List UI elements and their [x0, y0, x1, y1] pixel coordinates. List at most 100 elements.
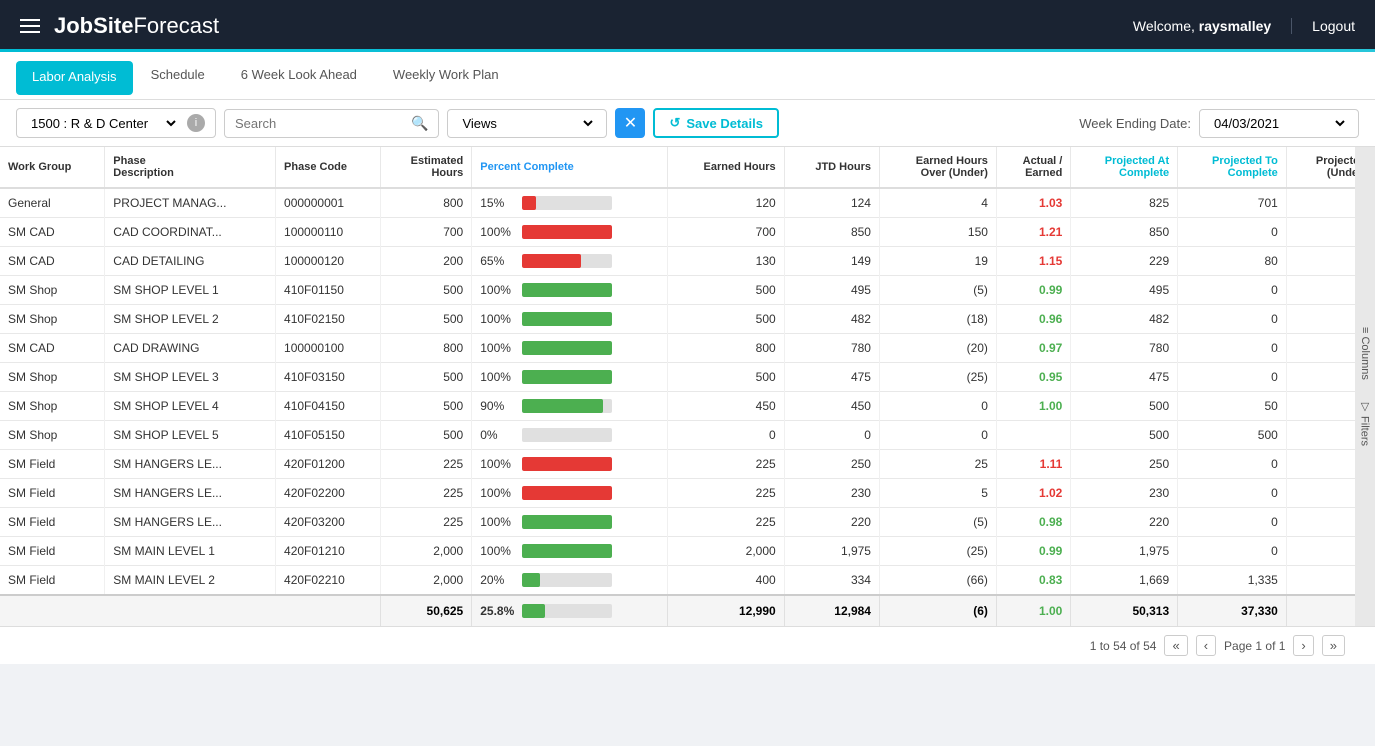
cell-proj-at: 229 [1071, 247, 1178, 276]
side-controls: ≡ Columns ▽ Filters [1355, 147, 1375, 626]
clear-button[interactable]: ✕ [615, 108, 645, 138]
views-selector[interactable]: Views [447, 109, 607, 138]
last-page-button[interactable]: » [1322, 635, 1345, 656]
tab-schedule[interactable]: Schedule [133, 53, 223, 99]
cell-earned-hours: 500 [667, 363, 784, 392]
tabs-bar: Labor Analysis Schedule 6 Week Look Ahea… [0, 52, 1375, 100]
filters-toggle[interactable]: ▽ Filters [1359, 400, 1372, 446]
cell-phase-code: 420F01200 [276, 450, 381, 479]
cell-earned-over-under: (25) [879, 537, 996, 566]
cell-est-hours: 225 [380, 450, 471, 479]
cell-est-hours: 500 [380, 363, 471, 392]
cell-phase-code: 100000120 [276, 247, 381, 276]
footer-earned-hours: 12,990 [667, 595, 784, 626]
cell-proj-to: 1,335 [1178, 566, 1287, 596]
cell-earned-over-under: 0 [879, 392, 996, 421]
table-row: SM Shop SM SHOP LEVEL 3 410F03150 500 10… [0, 363, 1375, 392]
cell-phase-code: 000000001 [276, 188, 381, 218]
footer-pct: 25.8% [472, 595, 668, 626]
cell-phase-code: 410F02150 [276, 305, 381, 334]
cell-proj-at: 850 [1071, 218, 1178, 247]
cell-phase-desc: SM HANGERS LE... [105, 450, 276, 479]
date-selector[interactable]: 04/03/2021 [1199, 109, 1359, 138]
cell-proj-to: 500 [1178, 421, 1287, 450]
col-phase-desc: PhaseDescription [105, 147, 276, 188]
first-page-button[interactable]: « [1164, 635, 1187, 656]
save-details-button[interactable]: ↺ Save Details [653, 108, 779, 138]
cell-work-group: SM Shop [0, 421, 105, 450]
main-table-container: Work Group PhaseDescription Phase Code E… [0, 147, 1375, 626]
footer-actual-earned: 1.00 [996, 595, 1070, 626]
views-dropdown[interactable]: Views [458, 115, 596, 132]
cell-phase-desc: SM SHOP LEVEL 3 [105, 363, 276, 392]
cell-earned-hours: 0 [667, 421, 784, 450]
col-phase-code: Phase Code [276, 147, 381, 188]
cell-pct-complete: 100% [472, 537, 668, 566]
cell-proj-at: 482 [1071, 305, 1178, 334]
cell-earned-hours: 225 [667, 508, 784, 537]
cell-est-hours: 500 [380, 392, 471, 421]
col-jtd-hours: JTD Hours [784, 147, 879, 188]
cell-jtd-hours: 850 [784, 218, 879, 247]
cell-jtd-hours: 482 [784, 305, 879, 334]
tab-weekly-work-plan[interactable]: Weekly Work Plan [375, 53, 517, 99]
header-right: Welcome, raysmalley Logout [1133, 18, 1355, 34]
cell-actual-earned: 1.00 [996, 392, 1070, 421]
cell-phase-desc: SM SHOP LEVEL 4 [105, 392, 276, 421]
cell-jtd-hours: 230 [784, 479, 879, 508]
cell-jtd-hours: 495 [784, 276, 879, 305]
col-proj-at-complete: Projected AtComplete [1071, 147, 1178, 188]
project-selector[interactable]: 1500 : R & D Center i [16, 108, 216, 138]
cell-actual-earned: 1.02 [996, 479, 1070, 508]
cell-earned-over-under: 0 [879, 421, 996, 450]
cell-proj-to: 0 [1178, 508, 1287, 537]
cell-actual-earned [996, 421, 1070, 450]
cell-earned-hours: 400 [667, 566, 784, 596]
table-row: SM Shop SM SHOP LEVEL 1 410F01150 500 10… [0, 276, 1375, 305]
cell-actual-earned: 0.99 [996, 276, 1070, 305]
cell-proj-to: 701 [1178, 188, 1287, 218]
hamburger-menu[interactable] [20, 19, 40, 33]
search-icon: 🔍 [411, 115, 428, 132]
table-row: SM Field SM MAIN LEVEL 2 420F02210 2,000… [0, 566, 1375, 596]
footer-jtd-hours: 12,984 [784, 595, 879, 626]
next-page-button[interactable]: › [1293, 635, 1313, 656]
col-pct-complete: Percent Complete [472, 147, 668, 188]
cell-phase-code: 420F03200 [276, 508, 381, 537]
cell-pct-complete: 100% [472, 276, 668, 305]
cell-est-hours: 200 [380, 247, 471, 276]
cell-proj-to: 80 [1178, 247, 1287, 276]
tab-6-week[interactable]: 6 Week Look Ahead [223, 53, 375, 99]
cell-est-hours: 500 [380, 305, 471, 334]
cell-phase-desc: CAD DRAWING [105, 334, 276, 363]
cell-phase-code: 100000110 [276, 218, 381, 247]
logout-button[interactable]: Logout [1292, 18, 1355, 34]
cell-work-group: SM Field [0, 508, 105, 537]
cell-pct-complete: 100% [472, 508, 668, 537]
cell-jtd-hours: 220 [784, 508, 879, 537]
search-input[interactable] [235, 116, 411, 131]
date-dropdown[interactable]: 04/03/2021 [1210, 115, 1348, 132]
cell-phase-code: 420F01210 [276, 537, 381, 566]
info-icon[interactable]: i [187, 114, 205, 132]
cell-pct-complete: 100% [472, 334, 668, 363]
cell-phase-desc: SM HANGERS LE... [105, 479, 276, 508]
prev-page-button[interactable]: ‹ [1196, 635, 1216, 656]
cell-jtd-hours: 450 [784, 392, 879, 421]
cell-phase-code: 420F02200 [276, 479, 381, 508]
cell-phase-code: 410F01150 [276, 276, 381, 305]
cell-phase-code: 410F04150 [276, 392, 381, 421]
cell-actual-earned: 0.96 [996, 305, 1070, 334]
project-dropdown[interactable]: 1500 : R & D Center [27, 115, 179, 132]
cell-proj-at: 495 [1071, 276, 1178, 305]
cell-proj-at: 1,669 [1071, 566, 1178, 596]
tab-labor-analysis[interactable]: Labor Analysis [16, 61, 133, 95]
cell-proj-to: 50 [1178, 392, 1287, 421]
cell-earned-hours: 225 [667, 450, 784, 479]
cell-jtd-hours: 1,975 [784, 537, 879, 566]
table-row: SM CAD CAD DETAILING 100000120 200 65% 1… [0, 247, 1375, 276]
cell-pct-complete: 15% [472, 188, 668, 218]
cell-proj-to: 0 [1178, 450, 1287, 479]
cell-proj-to: 0 [1178, 334, 1287, 363]
columns-toggle[interactable]: ≡ Columns [1359, 327, 1371, 380]
